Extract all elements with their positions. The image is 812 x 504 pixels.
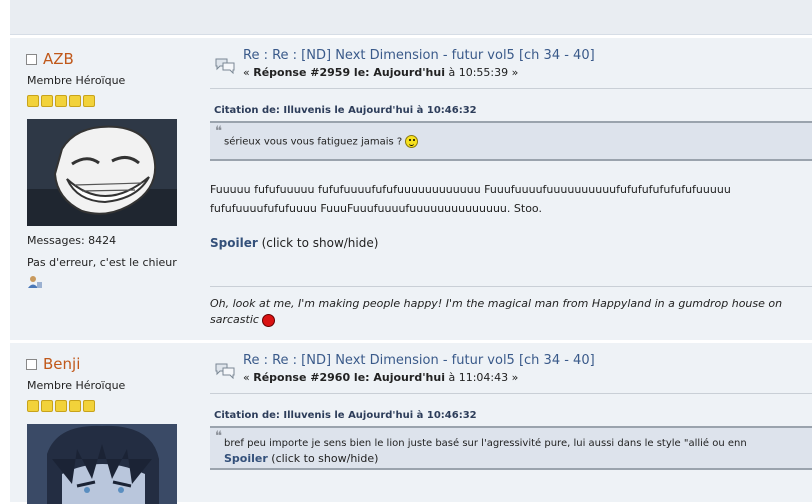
quote-text: bref peu importe je sens bien le lion ju… <box>224 438 747 449</box>
angry-smiley-icon <box>262 313 276 327</box>
profile-icon[interactable] <box>27 274 43 293</box>
signature-line: Oh, look at me, I'm making people happy!… <box>210 297 783 310</box>
reply-time: à 11:04:43 » <box>445 371 519 384</box>
quote-mark-icon: ❝ <box>215 124 222 139</box>
post-count: Messages: 8424 <box>27 234 117 247</box>
signature-text: sarcastic <box>210 313 259 326</box>
username-link[interactable]: AZB <box>43 50 74 68</box>
quote-text: sérieux vous vous fatiguez jamais ? <box>224 135 419 148</box>
message-icon <box>214 56 236 78</box>
quote-spoiler-toggle[interactable]: Spoiler (click to show/hide) <box>224 452 378 465</box>
reply-number[interactable]: Réponse #2959 le: Aujourd'hui <box>253 66 445 79</box>
rank-stars <box>27 400 95 412</box>
reply-info: « Réponse #2959 le: Aujourd'hui à 10:55:… <box>243 66 518 79</box>
offline-status-icon <box>26 358 37 370</box>
spoiler-hint: (click to show/hide) <box>267 452 379 465</box>
quote-block: ❝ sérieux vous vous fatiguez jamais ? <box>210 121 812 161</box>
post-content: Re : Re : [ND] Next Dimension - futur vo… <box>210 343 812 502</box>
username-link[interactable]: Benji <box>43 355 80 373</box>
star-icon <box>27 95 39 107</box>
poster-info: AZB Membre Héroïque Messages: 8424 Pas d… <box>10 38 196 340</box>
post-content: Re : Re : [ND] Next Dimension - futur vo… <box>210 38 812 340</box>
star-icon <box>83 95 95 107</box>
star-icon <box>55 400 67 412</box>
star-icon <box>69 95 81 107</box>
avatar <box>27 424 177 504</box>
spoiler-hint: (click to show/hide) <box>257 236 379 250</box>
quote-citation[interactable]: Citation de: Illuvenis le Aujourd'hui à … <box>214 105 477 116</box>
previous-post-footer <box>10 0 812 35</box>
rank-stars <box>27 95 95 107</box>
spoiler-label[interactable]: Spoiler <box>224 452 268 465</box>
forum-post: AZB Membre Héroïque Messages: 8424 Pas d… <box>10 38 812 340</box>
quote-text-content: sérieux vous vous fatiguez jamais ? <box>224 136 403 148</box>
post-title-link[interactable]: Re : Re : [ND] Next Dimension - futur vo… <box>243 48 595 63</box>
post-body-line: Fuuuuu fufufuuuuu fufufuuuufufufuuuuuuuu… <box>210 183 731 196</box>
offline-status-icon <box>26 53 37 65</box>
member-rank: Membre Héroïque <box>27 379 126 392</box>
divider <box>210 88 812 89</box>
poster-info: Benji Membre Héroïque <box>10 343 196 504</box>
reply-prefix: « <box>243 371 254 384</box>
forum-post: Benji Membre Héroïque Re: Re: [ND] Nex… <box>10 343 812 504</box>
spoiler-label[interactable]: Spoiler <box>210 236 258 250</box>
divider <box>210 393 812 394</box>
star-icon <box>41 400 53 412</box>
signature-line: sarcastic <box>210 312 782 328</box>
quote-citation[interactable]: Citation de: Illuvenis le Aujourd'hui à … <box>214 410 477 421</box>
spoiler-toggle[interactable]: Spoiler (click to show/hide) <box>210 236 378 250</box>
username[interactable]: AZB <box>26 50 74 68</box>
message-icon <box>214 361 236 383</box>
post-body-line: fufufuuuufufufuuuu FuuuFuuufuuuufuuuuuuu… <box>210 202 542 215</box>
reply-info: « Réponse #2960 le: Aujourd'hui à 11:04:… <box>243 371 518 384</box>
star-icon <box>55 95 67 107</box>
member-rank: Membre Héroïque <box>27 74 126 87</box>
avatar <box>27 119 177 226</box>
reply-prefix: « <box>243 66 254 79</box>
star-icon <box>69 400 81 412</box>
reply-number[interactable]: Réponse #2960 le: Aujourd'hui <box>253 371 445 384</box>
username[interactable]: Benji <box>26 355 80 373</box>
signature: Oh, look at me, I'm making people happy!… <box>210 296 782 328</box>
star-icon <box>41 95 53 107</box>
star-icon <box>83 400 95 412</box>
signature-divider <box>210 286 812 287</box>
post-title-link[interactable]: Re : Re : [ND] Next Dimension - futur vo… <box>243 353 595 368</box>
reply-time: à 10:55:39 » <box>445 66 519 79</box>
personal-text: Pas d'erreur, c'est le chieur <box>27 256 177 269</box>
smiley-icon <box>405 135 419 148</box>
quote-block: ❝ bref peu importe je sens bien le lion … <box>210 426 812 470</box>
quote-mark-icon: ❝ <box>215 429 222 444</box>
star-icon <box>27 400 39 412</box>
